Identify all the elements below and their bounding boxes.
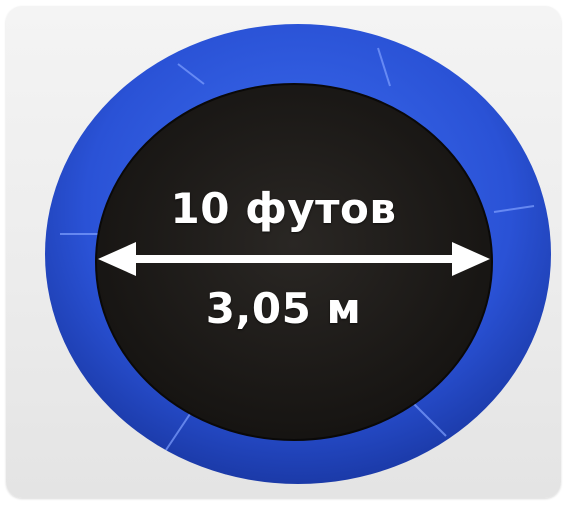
- trampoline-graphic: [45, 24, 551, 484]
- diameter-feet-label: 10 футов: [170, 184, 397, 233]
- diameter-meters-label: 3,05 м: [205, 284, 362, 333]
- product-image-card: 10 футов 3,05 м: [6, 6, 561, 498]
